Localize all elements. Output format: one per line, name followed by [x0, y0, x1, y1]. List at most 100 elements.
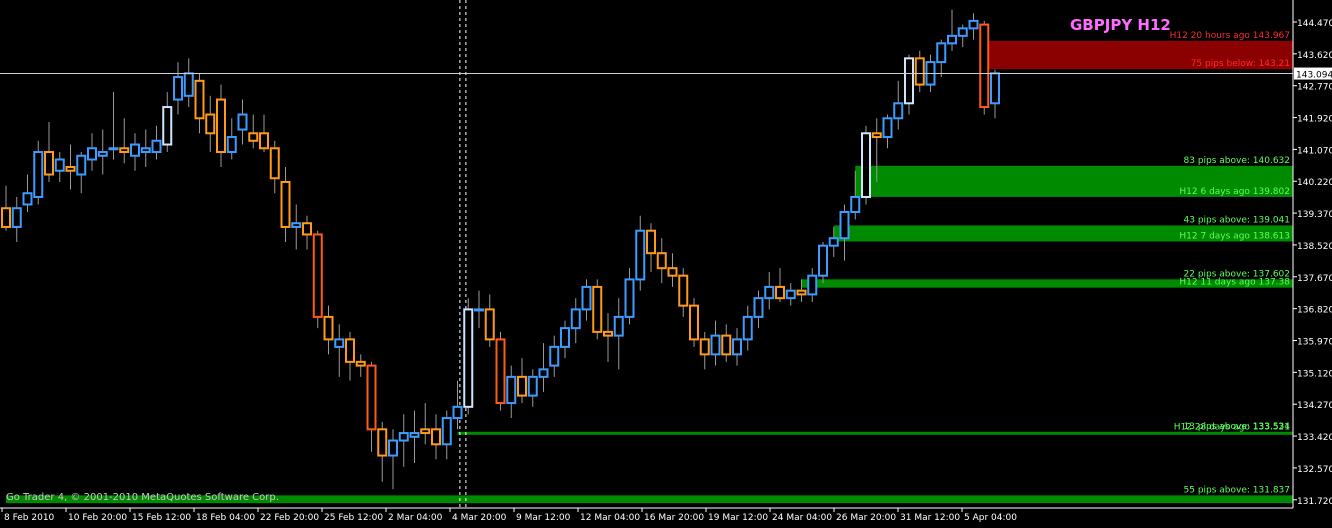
y-tick-label: 131.720 — [1297, 497, 1332, 507]
candle-body — [979, 23, 990, 109]
candle-body — [248, 132, 259, 142]
candle-body — [44, 151, 54, 176]
x-tick-label: 10 Feb 20:00 — [68, 513, 127, 523]
y-tick-label: 142.770 — [1297, 83, 1332, 93]
candle-body — [1, 207, 11, 228]
candle-body — [22, 192, 33, 206]
candle-body — [581, 285, 592, 311]
y-tick-label: 137.670 — [1297, 274, 1332, 284]
candle-body — [785, 289, 796, 300]
y-tick-label: 135.970 — [1297, 337, 1332, 347]
zone-bottom-label: H12 6 days ago 139.802 — [1179, 187, 1290, 197]
candle-body — [323, 315, 334, 341]
y-tick-label: 141.920 — [1297, 115, 1332, 125]
candle-body — [226, 136, 237, 154]
candle-body — [183, 72, 194, 97]
x-tick-label: 4 Mar 20:00 — [452, 513, 507, 523]
candle-body — [431, 428, 441, 446]
y-tick-label: 144.470 — [1297, 19, 1332, 29]
candle-body — [678, 274, 689, 307]
y-tick-label: 139.370 — [1297, 210, 1332, 220]
candle-body — [474, 308, 484, 312]
candle-body — [807, 274, 818, 296]
candle-body — [775, 285, 785, 300]
candle-body — [764, 285, 775, 300]
zone-bottom-label: 75 pips below: 143.21 — [1191, 59, 1290, 69]
candle-body — [173, 76, 183, 101]
chart-title: GBPJPY H12 — [1070, 16, 1171, 34]
candle-body — [409, 432, 420, 438]
candle-body — [646, 229, 656, 255]
x-tick-label: 24 Mar 04:00 — [772, 513, 832, 523]
zone-bottom-label: H12 28 days ago 133.521 — [1174, 422, 1290, 432]
x-tick-label: 2 Mar 04:00 — [388, 513, 443, 523]
candle-body — [162, 106, 173, 146]
copyright-text: Go Trader 4, © 2001-2010 MetaQuotes Soft… — [6, 492, 279, 503]
candle-body — [312, 233, 323, 318]
candle-body — [280, 180, 291, 228]
candle-body — [140, 147, 151, 154]
x-tick-label: 16 Mar 20:00 — [644, 513, 704, 523]
candle-body — [345, 338, 355, 363]
candle-body — [506, 375, 517, 405]
candle-body — [850, 195, 861, 213]
candle-body — [65, 166, 76, 172]
candle-body — [76, 154, 87, 176]
candle-body — [656, 252, 667, 270]
candle-body — [97, 151, 108, 157]
x-tick-label: 5 Apr 04:00 — [964, 513, 1017, 523]
candle-body — [699, 338, 710, 356]
candle-body — [484, 308, 495, 341]
candle-body — [398, 432, 409, 442]
candle-body — [420, 428, 431, 435]
current-price-label: 143.094 — [1296, 71, 1332, 81]
x-tick-label: 19 Mar 12:00 — [708, 513, 768, 523]
y-tick-label: 134.270 — [1297, 401, 1332, 411]
candle-body — [377, 428, 388, 457]
candle-body — [968, 19, 979, 30]
candle — [861, 125, 871, 205]
candle-body — [818, 244, 828, 277]
candle-body — [828, 237, 839, 247]
zone-bottom-label: H12 7 days ago 138.613 — [1179, 231, 1290, 241]
y-tick-label: 138.520 — [1297, 242, 1332, 252]
x-tick-label: 22 Feb 20:00 — [260, 513, 319, 523]
candle-body — [796, 289, 807, 296]
x-tick-label: 18 Feb 04:00 — [196, 513, 255, 523]
candle-body — [33, 151, 44, 198]
candle-body — [742, 315, 753, 341]
candle-body — [538, 368, 549, 378]
zone-rect — [457, 431, 1293, 435]
candle-body — [635, 229, 646, 281]
candle-body — [119, 147, 130, 154]
candle-body — [710, 334, 721, 356]
candle-body — [839, 210, 850, 240]
candle-body — [216, 98, 226, 154]
x-tick-label: 31 Mar 12:00 — [900, 513, 960, 523]
candle-body — [624, 278, 635, 318]
y-tick-label: 133.420 — [1297, 433, 1332, 443]
candle-body — [130, 143, 140, 157]
candle-body — [957, 27, 968, 37]
x-tick-label: 9 Mar 12:00 — [516, 513, 571, 523]
candle-body — [871, 132, 882, 139]
candle — [689, 298, 699, 347]
candle-body — [721, 334, 732, 356]
zone-top-label: 55 pips above: 131.837 — [1184, 485, 1291, 495]
candle-body — [613, 315, 624, 337]
candle-body — [366, 364, 377, 431]
candle-body — [463, 308, 474, 408]
candle-body — [570, 308, 581, 330]
candle-body — [237, 113, 248, 131]
x-tick-label: 8 Feb 2010 — [4, 513, 55, 523]
candle-body — [441, 417, 452, 446]
y-tick-label: 132.570 — [1297, 465, 1332, 475]
candle — [463, 298, 474, 415]
candle-body — [259, 132, 269, 150]
candle-body — [904, 57, 914, 105]
candle-body — [667, 267, 678, 277]
candle-body — [882, 117, 893, 139]
candle-body — [861, 132, 871, 198]
candlestick-chart[interactable]: H12 20 hours ago 143.967 75 pips below: 1… — [0, 0, 1332, 524]
chart-container[interactable]: H12 20 hours ago 143.967 75 pips below: 1… — [0, 0, 1332, 524]
